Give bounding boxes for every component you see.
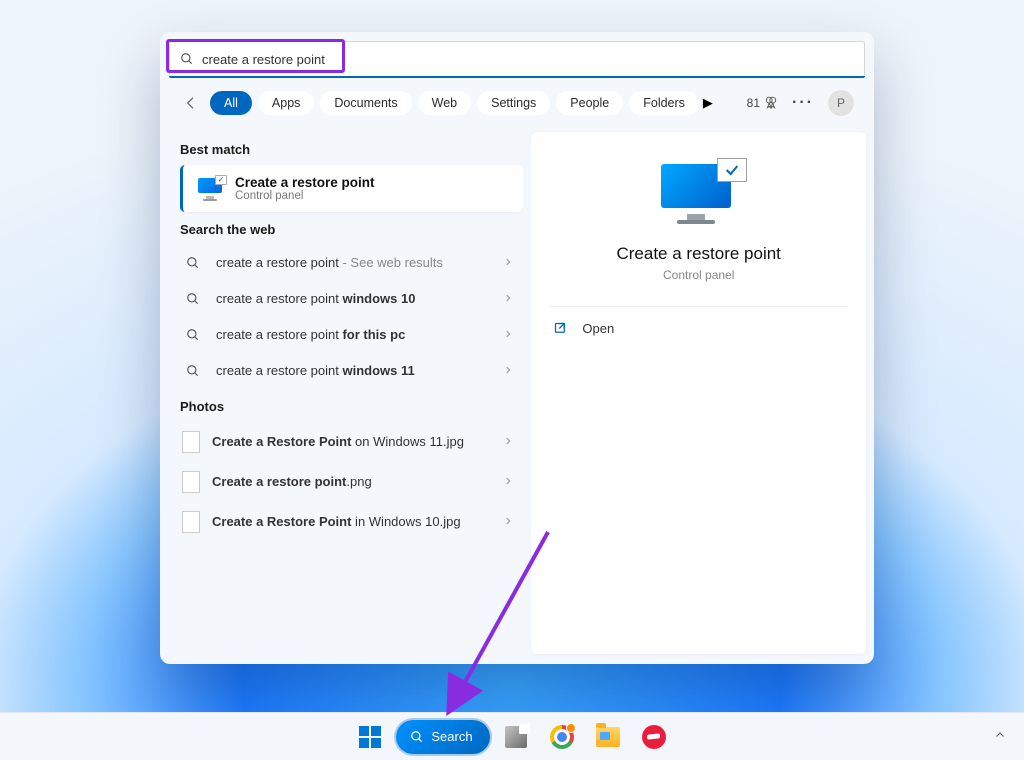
chevron-right-icon [503,362,513,380]
image-thumbnail-icon [182,471,200,493]
tab-settings[interactable]: Settings [477,91,550,115]
search-input[interactable]: create a restore point [169,41,865,77]
chevron-right-icon [503,326,513,344]
search-focus-underline [169,76,865,78]
back-button[interactable] [180,95,202,111]
photo-result[interactable]: Create a restore point.png [180,462,523,502]
more-options-button[interactable]: ··· [792,94,814,112]
search-icon [182,328,204,342]
chevron-right-icon [503,254,513,272]
desktop: create a restore point All Apps Document… [0,0,1024,760]
web-result[interactable]: create a restore point windows 11 [180,353,523,389]
best-match-title: Create a restore point [235,175,375,190]
filter-tabs: All Apps Documents Web Settings People F… [210,91,713,115]
image-thumbnail-icon [182,511,200,533]
chevron-right-icon [503,433,513,451]
web-result[interactable]: create a restore point - See web results [180,245,523,281]
restore-point-large-icon [657,160,741,226]
detail-title: Create a restore point [616,244,780,264]
section-search-web: Search the web [180,222,523,237]
tab-documents[interactable]: Documents [320,91,411,115]
user-avatar[interactable]: P [828,90,854,116]
search-icon [180,52,194,66]
tab-all[interactable]: All [210,91,252,115]
photo-result[interactable]: Create a Restore Point in Windows 10.jpg [180,502,523,542]
best-match-result[interactable]: ✓ Create a restore point Control panel [180,165,523,212]
file-explorer-app[interactable] [588,717,628,757]
system-tray-expand[interactable] [994,728,1006,746]
web-result[interactable]: create a restore point for this pc [180,317,523,353]
search-query-text: create a restore point [202,52,325,67]
rewards-points: 81 [747,96,760,110]
pinned-app[interactable] [634,717,674,757]
results-left-column: Best match ✓ Create a restore point Cont… [180,132,523,654]
taskbar-search-button[interactable]: Search [396,720,489,754]
taskbar: Search [0,712,1024,760]
tab-web[interactable]: Web [418,91,471,115]
file-explorer-icon [596,727,620,747]
section-photos: Photos [180,399,523,414]
rewards-indicator[interactable]: 81 [747,96,778,110]
tab-apps[interactable]: Apps [258,91,315,115]
image-thumbnail-icon [182,431,200,453]
search-icon [182,292,204,306]
chrome-app[interactable] [542,717,582,757]
medal-icon [764,96,778,110]
windows-logo-icon [359,726,381,748]
open-action[interactable]: Open [549,313,848,344]
search-icon [410,730,424,744]
best-match-subtitle: Control panel [235,190,375,202]
taskbar-search-label: Search [431,729,472,744]
restore-point-icon: ✓ [197,176,223,202]
tab-folders[interactable]: Folders [629,91,699,115]
detail-subtitle: Control panel [663,268,734,282]
web-result[interactable]: create a restore point windows 10 [180,281,523,317]
search-icon [182,256,204,270]
tab-people[interactable]: People [556,91,623,115]
more-tabs-caret-icon[interactable]: ▶ [703,95,713,111]
app-icon [642,725,666,749]
chevron-right-icon [503,290,513,308]
photo-result[interactable]: Create a Restore Point on Windows 11.jpg [180,422,523,462]
search-bar-container: create a restore point [160,32,874,78]
chrome-icon [550,725,574,749]
search-icon [182,364,204,378]
divider [549,306,848,307]
task-view-button[interactable] [496,717,536,757]
search-panel: create a restore point All Apps Document… [160,32,874,664]
section-best-match: Best match [180,142,523,157]
open-label: Open [582,321,614,336]
chevron-right-icon [503,473,513,491]
open-icon [553,321,568,336]
detail-pane: Create a restore point Control panel Ope… [531,132,866,654]
filter-tabs-row: All Apps Documents Web Settings People F… [160,78,874,124]
task-view-icon [505,726,527,748]
chevron-right-icon [503,513,513,531]
start-button[interactable] [350,717,390,757]
